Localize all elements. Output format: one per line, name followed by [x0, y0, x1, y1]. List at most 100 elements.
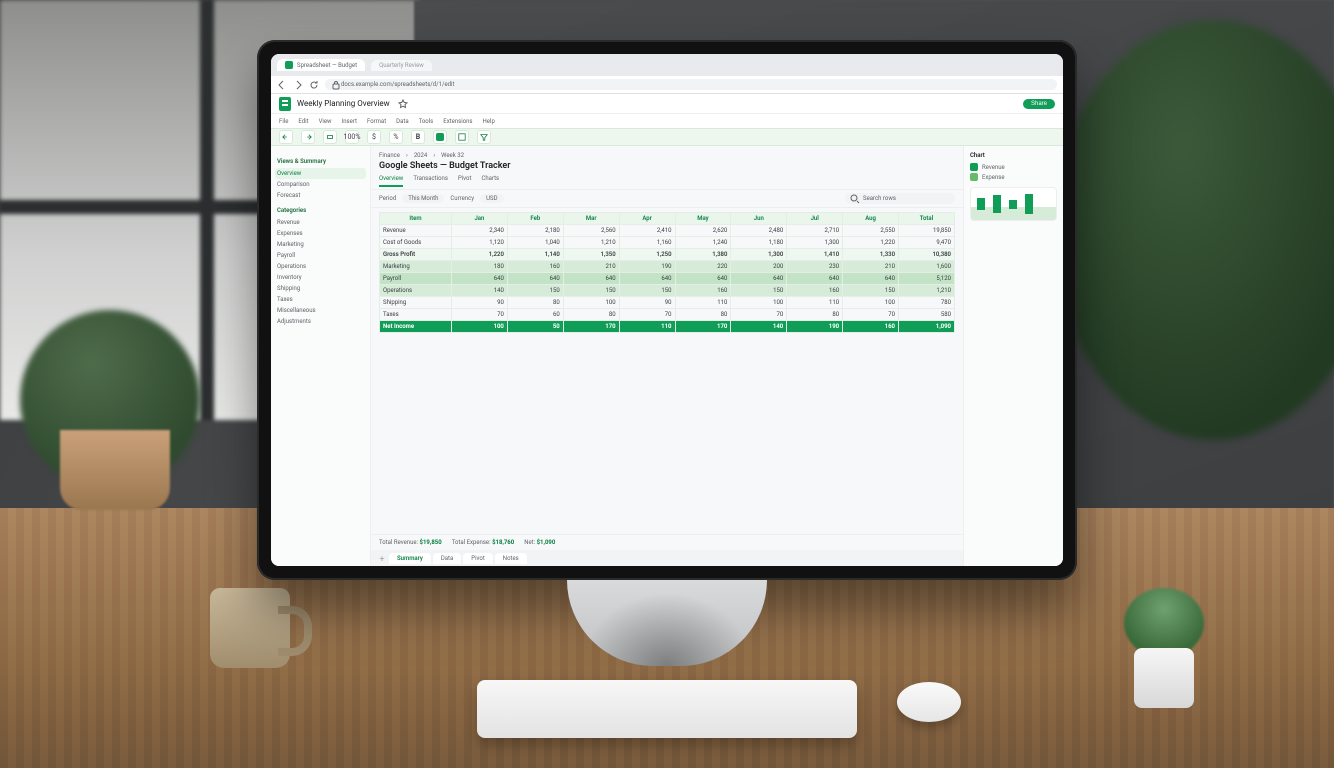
- spreadsheet-table[interactable]: Item Jan Feb Mar Apr May Jun Jul Aug Tot…: [379, 212, 955, 333]
- cell[interactable]: 80: [507, 297, 563, 309]
- cell[interactable]: 80: [675, 309, 731, 321]
- table-row[interactable]: Cost of Goods1,1201,0401,2101,1601,2401,…: [380, 237, 955, 249]
- browser-tab-inactive[interactable]: Quarterly Review: [371, 60, 432, 71]
- cell[interactable]: 180: [452, 261, 508, 273]
- row-label[interactable]: Marketing: [380, 261, 452, 273]
- sidebar-item-revenue[interactable]: Revenue: [275, 217, 366, 228]
- cell[interactable]: 110: [675, 297, 731, 309]
- sheet-tab-notes[interactable]: Notes: [495, 553, 527, 564]
- cell[interactable]: 2,550: [843, 225, 899, 237]
- cell[interactable]: 1,330: [843, 249, 899, 261]
- filter-period[interactable]: This Month: [402, 194, 444, 203]
- cell[interactable]: 80: [563, 309, 619, 321]
- sidebar-item-operations[interactable]: Operations: [275, 261, 366, 272]
- cell[interactable]: 70: [452, 309, 508, 321]
- cell[interactable]: 190: [619, 261, 675, 273]
- cell[interactable]: 580: [899, 309, 955, 321]
- cell[interactable]: 1,220: [452, 249, 508, 261]
- th-jul[interactable]: Jul: [787, 213, 843, 225]
- cell[interactable]: 640: [619, 273, 675, 285]
- fill-color-button[interactable]: [433, 130, 447, 144]
- crumb-2[interactable]: 2024: [414, 152, 428, 159]
- th-jan[interactable]: Jan: [452, 213, 508, 225]
- reload-icon[interactable]: [309, 80, 319, 90]
- cell[interactable]: 220: [675, 261, 731, 273]
- cell[interactable]: 150: [507, 285, 563, 297]
- menu-format[interactable]: Format: [367, 118, 386, 125]
- bold-button[interactable]: B: [411, 130, 425, 144]
- sidebar-item-misc[interactable]: Miscellaneous: [275, 305, 366, 316]
- cell[interactable]: 1,090: [899, 321, 955, 333]
- document-title[interactable]: Weekly Planning Overview: [297, 99, 390, 108]
- sidebar-item-payroll[interactable]: Payroll: [275, 250, 366, 261]
- menu-help[interactable]: Help: [483, 118, 495, 125]
- add-sheet-icon[interactable]: ＋: [377, 553, 387, 563]
- search-input[interactable]: Search rows: [845, 193, 955, 204]
- cell[interactable]: 110: [787, 297, 843, 309]
- menu-tools[interactable]: Tools: [419, 118, 434, 125]
- cell[interactable]: 150: [731, 285, 787, 297]
- cell[interactable]: 2,620: [675, 225, 731, 237]
- menu-insert[interactable]: Insert: [342, 118, 357, 125]
- menu-file[interactable]: File: [279, 118, 288, 125]
- cell[interactable]: 70: [843, 309, 899, 321]
- cell[interactable]: 80: [787, 309, 843, 321]
- cell[interactable]: 100: [843, 297, 899, 309]
- cell[interactable]: 640: [563, 273, 619, 285]
- share-button[interactable]: Share: [1023, 99, 1055, 109]
- cell[interactable]: 640: [452, 273, 508, 285]
- cell[interactable]: 210: [563, 261, 619, 273]
- row-label[interactable]: Gross Profit: [380, 249, 452, 261]
- cell[interactable]: 1,210: [563, 237, 619, 249]
- table-row[interactable]: Payroll6406406406406406406406405,120: [380, 273, 955, 285]
- th-may[interactable]: May: [675, 213, 731, 225]
- cell[interactable]: 2,560: [563, 225, 619, 237]
- back-icon[interactable]: [277, 80, 287, 90]
- row-label[interactable]: Cost of Goods: [380, 237, 452, 249]
- crumb-3[interactable]: Week 32: [441, 152, 464, 159]
- tab-overview[interactable]: Overview: [379, 175, 403, 187]
- cell[interactable]: 1,180: [731, 237, 787, 249]
- cell[interactable]: 1,410: [787, 249, 843, 261]
- cell[interactable]: 1,220: [843, 237, 899, 249]
- sidebar-item-inventory[interactable]: Inventory: [275, 272, 366, 283]
- table-row[interactable]: Net Income100501701101701401901601,090: [380, 321, 955, 333]
- cell[interactable]: 640: [507, 273, 563, 285]
- cell[interactable]: 1,250: [619, 249, 675, 261]
- cell[interactable]: 780: [899, 297, 955, 309]
- th-feb[interactable]: Feb: [507, 213, 563, 225]
- menu-edit[interactable]: Edit: [298, 118, 308, 125]
- table-row[interactable]: Marketing1801602101902202002302101,600: [380, 261, 955, 273]
- cell[interactable]: 50: [507, 321, 563, 333]
- cell[interactable]: 170: [563, 321, 619, 333]
- cell[interactable]: 100: [731, 297, 787, 309]
- sidebar-item-marketing[interactable]: Marketing: [275, 239, 366, 250]
- tab-transactions[interactable]: Transactions: [413, 175, 448, 187]
- cell[interactable]: 160: [675, 285, 731, 297]
- row-label[interactable]: Taxes: [380, 309, 452, 321]
- cell[interactable]: 140: [452, 285, 508, 297]
- sidebar-item-comparison[interactable]: Comparison: [275, 179, 366, 190]
- cell[interactable]: 2,710: [787, 225, 843, 237]
- cell[interactable]: 100: [452, 321, 508, 333]
- cell[interactable]: 2,410: [619, 225, 675, 237]
- sidebar-item-taxes[interactable]: Taxes: [275, 294, 366, 305]
- undo-button[interactable]: [279, 130, 293, 144]
- borders-button[interactable]: [455, 130, 469, 144]
- sidebar-item-forecast[interactable]: Forecast: [275, 190, 366, 201]
- forward-icon[interactable]: [293, 80, 303, 90]
- table-row[interactable]: Taxes7060807080708070580: [380, 309, 955, 321]
- zoom-button[interactable]: 100%: [345, 130, 359, 144]
- cell[interactable]: 170: [675, 321, 731, 333]
- row-label[interactable]: Payroll: [380, 273, 452, 285]
- cell[interactable]: 90: [619, 297, 675, 309]
- th-mar[interactable]: Mar: [563, 213, 619, 225]
- th-jun[interactable]: Jun: [731, 213, 787, 225]
- address-bar[interactable]: docs.example.com/spreadsheets/d/1/edit: [325, 79, 1057, 90]
- cell[interactable]: 150: [563, 285, 619, 297]
- menu-extensions[interactable]: Extensions: [443, 118, 472, 125]
- row-label[interactable]: Net Income: [380, 321, 452, 333]
- browser-tab-active[interactable]: Spreadsheet — Budget: [277, 59, 365, 71]
- th-item[interactable]: Item: [380, 213, 452, 225]
- th-apr[interactable]: Apr: [619, 213, 675, 225]
